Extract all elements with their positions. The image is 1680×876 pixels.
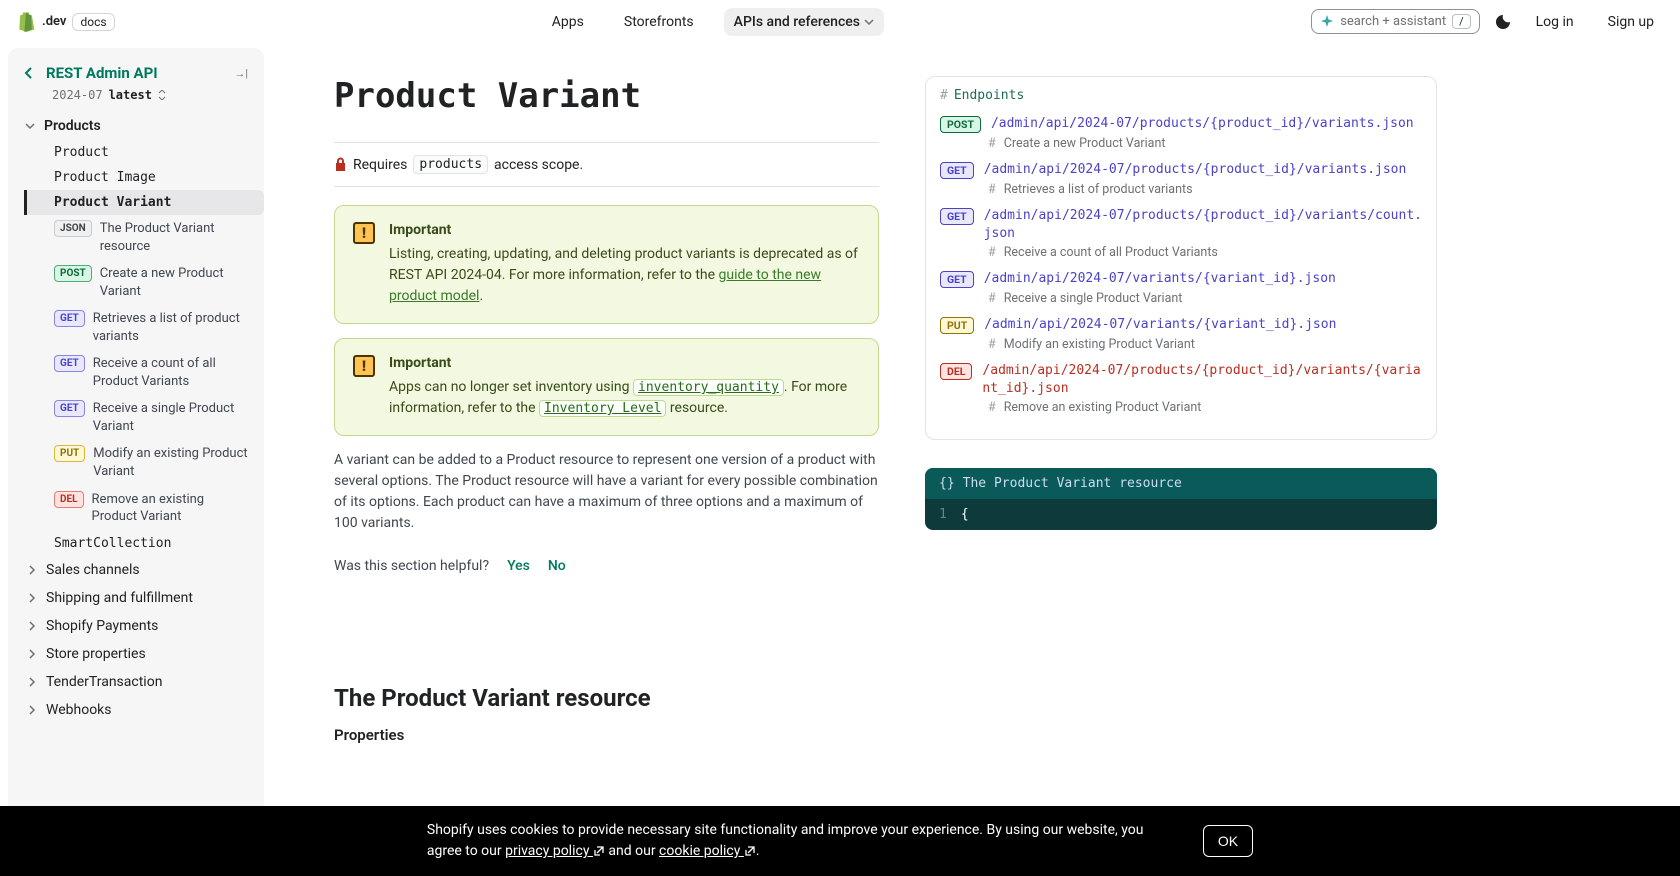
method-tag: GET	[940, 271, 974, 288]
main-nav: Apps Storefronts APIs and references	[115, 8, 1312, 36]
endpoint-path: /admin/api/2024-07/variants/{variant_id}…	[984, 316, 1336, 334]
updown-icon	[158, 90, 166, 100]
lock-icon	[334, 157, 347, 172]
endpoints-panel: #Endpoints POST/admin/api/2024-07/produc…	[925, 76, 1437, 440]
endpoint-item[interactable]: GET/admin/api/2024-07/products/{product_…	[940, 207, 1422, 260]
sidebar-category[interactable]: Shopify Payments	[8, 612, 264, 640]
chevron-down-icon	[864, 17, 874, 27]
sidebar-subitem[interactable]: GETReceive a single Product Variant	[44, 395, 264, 440]
sidebar-category[interactable]: Sales channels	[8, 556, 264, 584]
sidebar-subitem[interactable]: GETRetrieves a list of product variants	[44, 305, 264, 350]
feedback-yes[interactable]: Yes	[507, 558, 530, 574]
chevron-right-icon	[26, 592, 38, 604]
nav-apps[interactable]: Apps	[542, 8, 594, 36]
nav-storefronts[interactable]: Storefronts	[614, 8, 704, 36]
endpoint-item[interactable]: GET/admin/api/2024-07/variants/{variant_…	[940, 270, 1422, 306]
warning-icon: !	[353, 355, 375, 377]
chevron-right-icon	[26, 564, 38, 576]
sidebar-item-product-image[interactable]: Product Image	[34, 165, 264, 190]
endpoint-item[interactable]: GET/admin/api/2024-07/products/{product_…	[940, 161, 1422, 197]
page-title: Product Variant	[334, 76, 879, 116]
method-tag: DEL	[940, 363, 972, 380]
sidebar-category[interactable]: Webhooks	[8, 696, 264, 724]
link-inventory-level[interactable]: Inventory Level	[539, 400, 666, 417]
sidebar-subitem[interactable]: GETReceive a count of all Product Varian…	[44, 350, 264, 395]
intro-paragraph: A variant can be added to a Product reso…	[334, 450, 879, 534]
sidebar: REST Admin API →| 2024-07 latest Product…	[8, 48, 264, 872]
collapse-sidebar-icon[interactable]: →|	[234, 67, 248, 80]
section-products[interactable]: Products	[8, 112, 264, 140]
method-tag: DEL	[54, 491, 84, 508]
moon-icon[interactable]	[1494, 13, 1512, 31]
method-tag: GET	[940, 208, 974, 225]
cookie-policy-link[interactable]: cookie policy	[659, 843, 756, 859]
properties-label: Properties	[334, 726, 879, 744]
brand[interactable]: .dev docs	[16, 11, 115, 33]
endpoint-path: /admin/api/2024-07/products/{product_id}…	[984, 161, 1407, 179]
sidebar-item-product-variant[interactable]: Product Variant	[24, 190, 264, 215]
method-tag: GET	[54, 310, 85, 327]
back-icon[interactable]	[22, 66, 36, 80]
chevron-right-icon	[26, 620, 38, 632]
endpoint-item[interactable]: DEL/admin/api/2024-07/products/{product_…	[940, 362, 1422, 415]
login-link[interactable]: Log in	[1526, 8, 1584, 36]
external-icon	[744, 845, 756, 857]
chevron-right-icon	[26, 704, 38, 716]
sidebar-category[interactable]: Store properties	[8, 640, 264, 668]
docs-badge: docs	[72, 13, 114, 31]
main-content: Product Variant Requires products access…	[334, 76, 879, 840]
feedback-row: Was this section helpful? Yes No	[334, 558, 879, 574]
sidebar-title[interactable]: REST Admin API	[46, 64, 224, 82]
top-header: .dev docs Apps Storefronts APIs and refe…	[0, 0, 1680, 44]
scope-requirement: Requires products access scope.	[334, 142, 879, 187]
code-panel-title: {}The Product Variant resource	[925, 468, 1437, 499]
code-panel: {}The Product Variant resource 1 {	[925, 468, 1437, 530]
sidebar-item-smartcollection[interactable]: SmartCollection	[34, 531, 264, 556]
version-selector[interactable]: 2024-07 latest	[8, 86, 264, 112]
chevron-right-icon	[26, 676, 38, 688]
endpoint-path: /admin/api/2024-07/products/{product_id}…	[991, 115, 1414, 133]
sidebar-item-product[interactable]: Product	[34, 140, 264, 165]
brand-dev: .dev	[42, 14, 66, 29]
sidebar-subitem[interactable]: JSONThe Product Variant resource	[44, 215, 264, 260]
feedback-no[interactable]: No	[548, 558, 566, 574]
method-tag: POST	[940, 116, 981, 133]
shopify-logo-icon	[16, 11, 36, 33]
sidebar-subitem[interactable]: DELRemove an existing Product Variant	[44, 486, 264, 531]
method-tag: GET	[54, 355, 85, 372]
resource-heading: The Product Variant resource	[334, 684, 879, 712]
external-icon	[593, 845, 605, 857]
method-tag: GET	[54, 400, 85, 417]
sidebar-category[interactable]: Shipping and fulfillment	[8, 584, 264, 612]
method-tag: POST	[54, 265, 92, 282]
sidebar-category[interactable]: TenderTransaction	[8, 668, 264, 696]
endpoint-path: /admin/api/2024-07/products/{product_id}…	[982, 362, 1422, 397]
chevron-right-icon	[26, 648, 38, 660]
method-tag: PUT	[940, 317, 974, 334]
nav-apis[interactable]: APIs and references	[724, 8, 884, 36]
method-tag: GET	[940, 162, 974, 179]
warning-icon: !	[353, 222, 375, 244]
callout-inventory: ! Important Apps can no longer set inven…	[334, 338, 879, 436]
endpoint-path: /admin/api/2024-07/variants/{variant_id}…	[984, 270, 1336, 288]
endpoint-item[interactable]: PUT/admin/api/2024-07/variants/{variant_…	[940, 316, 1422, 352]
header-right: search + assistant / Log in Sign up	[1311, 8, 1664, 36]
search-kbd: /	[1452, 14, 1471, 29]
sidebar-subitem[interactable]: POSTCreate a new Product Variant	[44, 260, 264, 305]
endpoint-path: /admin/api/2024-07/products/{product_id}…	[984, 207, 1422, 242]
method-tag: JSON	[54, 220, 92, 237]
cookie-ok-button[interactable]: OK	[1203, 825, 1253, 857]
chevron-down-icon	[24, 120, 36, 132]
sparkle-icon	[1320, 15, 1334, 29]
search-input[interactable]: search + assistant /	[1311, 9, 1479, 34]
method-tag: PUT	[54, 445, 85, 462]
endpoint-item[interactable]: POST/admin/api/2024-07/products/{product…	[940, 115, 1422, 151]
sidebar-subitem[interactable]: PUTModify an existing Product Variant	[44, 440, 264, 485]
endpoints-title: #Endpoints	[940, 88, 1422, 103]
cookie-banner: Shopify uses cookies to provide necessar…	[0, 806, 1680, 876]
privacy-policy-link[interactable]: privacy policy	[505, 843, 605, 859]
signup-link[interactable]: Sign up	[1598, 8, 1664, 36]
callout-deprecated: ! Important Listing, creating, updating,…	[334, 205, 879, 324]
